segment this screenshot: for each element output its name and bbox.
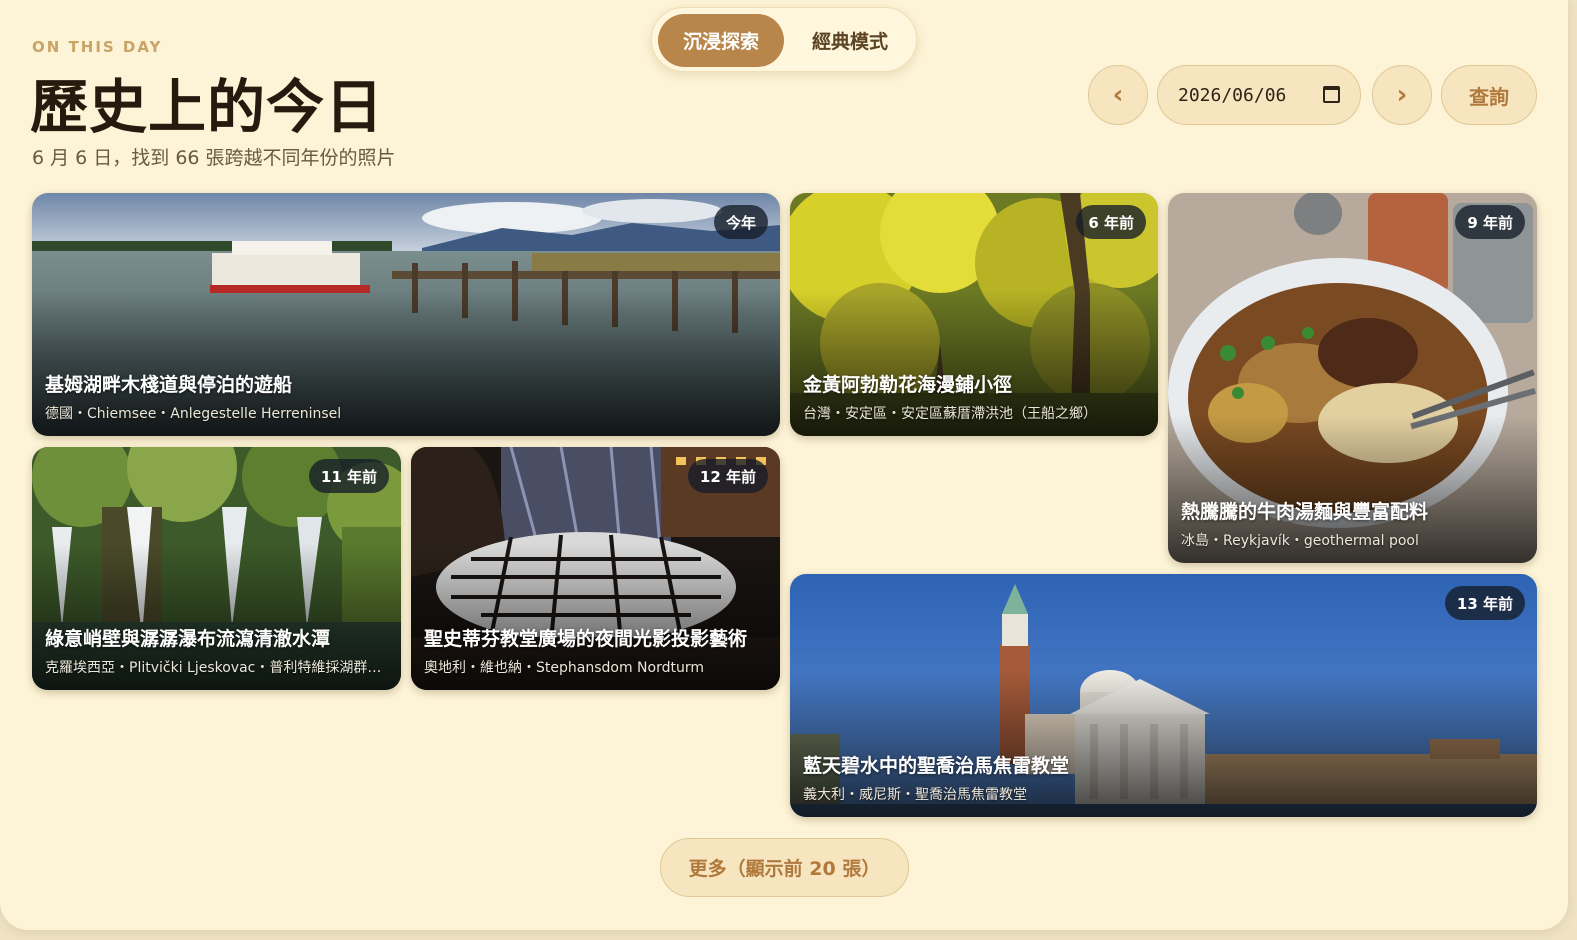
- years-ago-badge: 6 年前: [1076, 205, 1146, 239]
- card-title: 熱騰騰的牛肉湯麵與豐富配料: [1181, 501, 1429, 523]
- photo-card[interactable]: 12 年前 聖史蒂芬教堂廣場的夜間光影投影藝術 奧地利・維也納・Stephans…: [411, 447, 780, 690]
- photo-card[interactable]: 13 年前 藍天碧水中的聖喬治馬焦雷教堂 義大利・威尼斯・聖喬治馬焦雷教堂: [790, 574, 1537, 817]
- immersive-mode-button[interactable]: 沉浸探索: [658, 14, 784, 67]
- result-summary: 6 月 6 日，找到 66 張跨越不同年份的照片: [32, 147, 396, 169]
- query-button[interactable]: 查詢: [1441, 65, 1537, 125]
- classic-mode-button[interactable]: 經典模式: [788, 14, 912, 67]
- card-location: 克羅埃西亞・Plitvički Ljeskovac・普利特維採湖群國家公園: [45, 660, 388, 676]
- page-title: 歷史上的今日: [30, 73, 385, 141]
- mode-toggle: 沉浸探索 經典模式: [651, 7, 917, 72]
- card-title: 聖史蒂芬教堂廣場的夜間光影投影藝術: [424, 628, 748, 650]
- card-location: 義大利・威尼斯・聖喬治馬焦雷教堂: [803, 787, 1027, 803]
- photo-card[interactable]: 9 年前 熱騰騰的牛肉湯麵與豐富配料 冰島・Reykjavík・geotherm…: [1168, 193, 1537, 563]
- card-title: 綠意峭壁與潺潺瀑布流瀉清澈水潭: [45, 628, 331, 650]
- card-location: 奧地利・維也納・Stephansdom Nordturm: [424, 660, 704, 676]
- card-title: 金黃阿勃勒花海漫鋪小徑: [803, 374, 1013, 396]
- load-more-button[interactable]: 更多（顯示前 20 張）: [660, 838, 909, 897]
- years-ago-badge: 12 年前: [687, 459, 768, 493]
- card-title: 藍天碧水中的聖喬治馬焦雷教堂: [803, 755, 1070, 777]
- prev-day-button[interactable]: ‹: [1088, 65, 1148, 125]
- photo-card[interactable]: 今年 基姆湖畔木棧道與停泊的遊船 德國・Chiemsee・Anlegestell…: [32, 193, 780, 436]
- years-ago-badge: 9 年前: [1455, 205, 1525, 239]
- eyebrow-label: ON THIS DAY: [32, 38, 163, 56]
- chevron-left-icon: ‹: [1112, 80, 1124, 110]
- page-panel: 沉浸探索 經典模式 ON THIS DAY 歷史上的今日 6 月 6 日，找到 …: [0, 0, 1568, 930]
- card-location: 德國・Chiemsee・Anlegestelle Herreninsel: [45, 406, 342, 422]
- card-location: 冰島・Reykjavík・geothermal pool: [1181, 533, 1419, 549]
- date-input[interactable]: 2026/06/06: [1157, 65, 1361, 125]
- photo-card[interactable]: 6 年前 金黃阿勃勒花海漫鋪小徑 台灣・安定區・安定區蘇厝滯洪池（王船之鄉）: [790, 193, 1158, 436]
- next-day-button[interactable]: ›: [1372, 65, 1432, 125]
- date-value: 2026/06/06: [1178, 84, 1287, 106]
- chevron-right-icon: ›: [1396, 80, 1408, 110]
- card-title: 基姆湖畔木棧道與停泊的遊船: [45, 374, 293, 396]
- calendar-icon[interactable]: [1323, 86, 1340, 103]
- photo-card[interactable]: 11 年前 綠意峭壁與潺潺瀑布流瀉清澈水潭 克羅埃西亞・Plitvički Lj…: [32, 447, 401, 690]
- years-ago-badge: 13 年前: [1444, 586, 1525, 620]
- card-location: 台灣・安定區・安定區蘇厝滯洪池（王船之鄉）: [803, 406, 1097, 422]
- years-ago-badge: 今年: [713, 205, 768, 239]
- years-ago-badge: 11 年前: [308, 459, 389, 493]
